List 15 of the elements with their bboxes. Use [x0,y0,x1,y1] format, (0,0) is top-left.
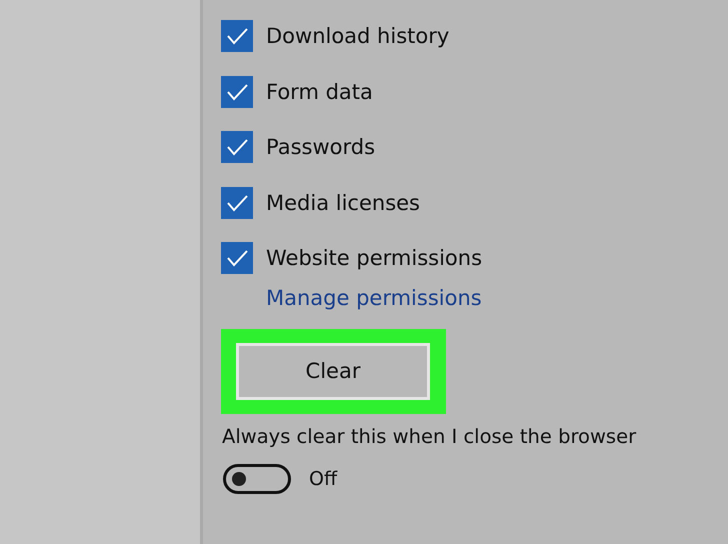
checkbox[interactable] [221,186,253,218]
checkbox[interactable] [221,76,253,108]
clear-button[interactable]: Clear [236,342,430,400]
checkbox-label: Media licenses [266,190,420,214]
toggle-state: Off [309,468,338,490]
checkbox-label: Form data [266,80,373,104]
checkbox[interactable] [221,242,253,274]
setting-label: Always clear this when I close the browser [222,424,638,448]
toggle-switch[interactable] [223,464,291,494]
manage-permissions-link[interactable]: Manage permissions [266,286,728,316]
checkbox-label: Passwords [266,135,376,159]
checkbox[interactable] [221,131,253,163]
checkbox[interactable] [221,20,253,52]
checkbox-label: Download history [266,24,450,48]
checkbox-label: Website permissions [266,246,482,270]
